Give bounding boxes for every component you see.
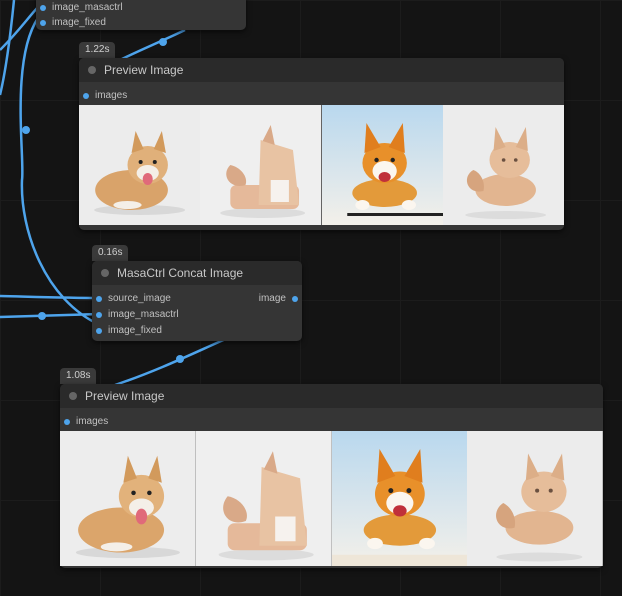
top-input-image-masactrl[interactable]: image_masactrl xyxy=(40,2,123,13)
node-title: Preview Image xyxy=(104,63,184,77)
input-source-image[interactable]: source_image xyxy=(96,293,171,304)
input-socket[interactable] xyxy=(40,19,46,26)
top-input-image-fixed[interactable]: image_fixed xyxy=(40,17,106,28)
preview-image-corgi-shape-running[interactable] xyxy=(442,105,564,225)
node-header[interactable]: Preview Image xyxy=(60,384,603,408)
top-node[interactable]: image_masactrl image_fixed xyxy=(36,0,246,30)
node-header[interactable]: Preview Image xyxy=(79,58,564,82)
input-images[interactable]: images xyxy=(83,90,127,101)
input-socket[interactable] xyxy=(96,295,102,302)
node-title: MasaCtrl Concat Image xyxy=(117,266,244,280)
input-image-fixed[interactable]: image_fixed xyxy=(96,325,162,336)
input-socket[interactable] xyxy=(83,92,89,99)
timing-badge: 0.16s xyxy=(92,245,129,261)
image-preview-strip[interactable] xyxy=(79,105,564,225)
input-image-masactrl[interactable]: image_masactrl xyxy=(96,309,179,320)
collapse-dot-icon[interactable] xyxy=(69,392,77,400)
output-socket[interactable] xyxy=(292,295,298,302)
wire-to-preview-1 xyxy=(119,28,186,62)
input-socket[interactable] xyxy=(96,311,102,318)
preview-image-corgi-running[interactable] xyxy=(321,105,443,225)
preview-image-corgi-lying[interactable] xyxy=(79,105,201,225)
output-image[interactable]: image xyxy=(259,293,298,304)
preview-image-corgi-shape-object[interactable] xyxy=(200,105,322,225)
wire-source xyxy=(0,294,101,300)
node-title: Preview Image xyxy=(85,389,165,403)
timing-badge: 1.08s xyxy=(60,368,97,384)
image-preview-strip[interactable] xyxy=(60,431,603,566)
input-socket[interactable] xyxy=(64,418,70,425)
node-header[interactable]: MasaCtrl Concat Image xyxy=(92,261,302,285)
input-socket[interactable] xyxy=(40,4,46,11)
preview-image-corgi-shape-object[interactable] xyxy=(195,431,332,566)
collapse-dot-icon[interactable] xyxy=(88,66,96,74)
input-socket[interactable] xyxy=(96,327,102,334)
wire-to-preview-2 xyxy=(114,336,229,387)
masactrl-concat-image-node[interactable]: MasaCtrl Concat Image source_image image… xyxy=(92,261,302,341)
preview-image-node-1[interactable]: Preview Image images xyxy=(79,58,564,230)
preview-image-corgi-shape-running[interactable] xyxy=(467,431,603,566)
preview-image-node-2[interactable]: Preview Image images xyxy=(60,384,603,568)
preview-image-corgi-lying[interactable] xyxy=(60,431,196,566)
collapse-dot-icon[interactable] xyxy=(101,269,109,277)
input-images[interactable]: images xyxy=(64,416,108,427)
timing-badge: 1.22s xyxy=(79,42,116,58)
preview-image-corgi-running[interactable] xyxy=(331,431,468,566)
